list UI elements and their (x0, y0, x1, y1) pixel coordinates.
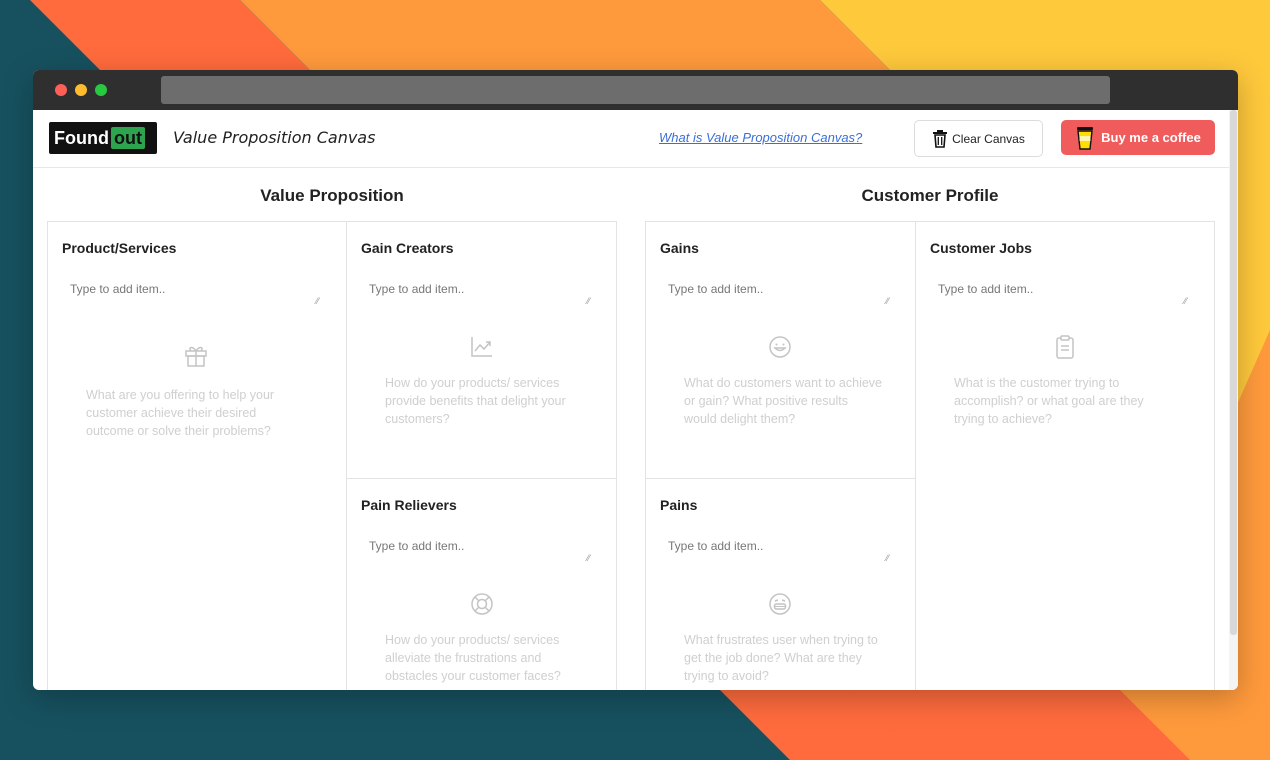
pains-title: Pains (660, 497, 698, 513)
customer-jobs-title: Customer Jobs (930, 240, 1032, 256)
gains-input[interactable] (660, 274, 900, 312)
product-services-cell: Product/Services ⁄⁄ What are you offerin… (48, 222, 347, 690)
customer-jobs-hint: What is the customer trying to accomplis… (954, 376, 1144, 426)
page-scrollbar[interactable] (1229, 110, 1238, 690)
pain-relievers-title: Pain Relievers (361, 497, 457, 513)
product-services-hint: What are you offering to help your custo… (86, 388, 275, 438)
resize-grip-icon[interactable]: ⁄⁄ (587, 296, 595, 306)
chart-up-icon (471, 337, 492, 357)
clear-canvas-label: Clear Canvas (952, 131, 1025, 146)
smile-icon (769, 336, 791, 358)
resize-grip-icon[interactable]: ⁄⁄ (587, 553, 595, 563)
foundout-logo[interactable]: Found out (49, 122, 157, 154)
resize-grip-icon[interactable]: ⁄⁄ (1184, 296, 1192, 306)
gain-creators-cell: Gain Creators ⁄⁄ How do your products/ s… (347, 222, 617, 479)
coffee-cup-icon (1077, 126, 1094, 150)
gains-hint: What do customers want to achieve or gai… (684, 376, 883, 426)
pains-cell: Pains ⁄⁄ What frustrates user when tryin… (646, 479, 916, 690)
resize-grip-icon[interactable]: ⁄⁄ (886, 296, 894, 306)
trash-icon (933, 129, 948, 148)
resize-grip-icon[interactable]: ⁄⁄ (886, 553, 894, 563)
page-viewport: Found out Value Proposition Canvas What … (33, 110, 1238, 690)
pains-hint: What frustrates user when trying to get … (684, 633, 878, 683)
pain-relievers-hint: How do your products/ services alleviate… (385, 633, 561, 683)
browser-window: Found out Value Proposition Canvas What … (33, 70, 1238, 690)
clear-canvas-button[interactable]: Clear Canvas (914, 120, 1043, 157)
gains-title: Gains (660, 240, 699, 256)
value-proposition-canvas: Product/Services ⁄⁄ What are you offerin… (47, 221, 617, 690)
gain-creators-input[interactable] (361, 274, 601, 312)
app-header: Found out Value Proposition Canvas What … (33, 110, 1229, 168)
product-services-title: Product/Services (62, 240, 177, 256)
buy-me-a-coffee-label: Buy me a coffee (1101, 130, 1201, 145)
gift-icon (185, 346, 207, 367)
gain-creators-title: Gain Creators (361, 240, 454, 256)
pain-relievers-cell: Pain Relievers ⁄⁄ How do your products/ … (347, 479, 617, 690)
product-services-input[interactable] (62, 274, 332, 312)
close-window-dot[interactable] (55, 84, 67, 96)
page-title: Value Proposition Canvas (173, 128, 376, 147)
pain-relievers-input[interactable] (361, 531, 601, 569)
gains-cell: Gains ⁄⁄ What do customers want to achie… (646, 222, 916, 479)
logo-found-text: Found (54, 127, 109, 148)
gain-creators-hint: How do your products/ services provide b… (385, 376, 566, 426)
frustrated-face-icon (769, 593, 791, 615)
customer-jobs-cell: Customer Jobs ⁄⁄ What is the customer tr… (916, 222, 1215, 690)
pains-input[interactable] (660, 531, 900, 569)
logo-out-text: out (110, 127, 145, 149)
clipboard-icon (1056, 335, 1074, 359)
customer-profile-heading: Customer Profile (861, 186, 999, 205)
lifebuoy-icon (471, 593, 493, 615)
customer-jobs-input[interactable] (930, 274, 1200, 312)
browser-chrome (33, 70, 1238, 110)
maximize-window-dot[interactable] (95, 84, 107, 96)
value-proposition-heading: Value Proposition (260, 186, 404, 205)
buy-me-a-coffee-button[interactable]: Buy me a coffee (1061, 120, 1215, 155)
minimize-window-dot[interactable] (75, 84, 87, 96)
scrollbar-thumb[interactable] (1230, 110, 1237, 635)
customer-profile-canvas: Gains ⁄⁄ What do customers want to achie… (645, 221, 1215, 690)
what-is-vpc-link[interactable]: What is Value Proposition Canvas? (659, 130, 862, 145)
resize-grip-icon[interactable]: ⁄⁄ (316, 296, 324, 306)
address-bar[interactable] (161, 76, 1110, 104)
